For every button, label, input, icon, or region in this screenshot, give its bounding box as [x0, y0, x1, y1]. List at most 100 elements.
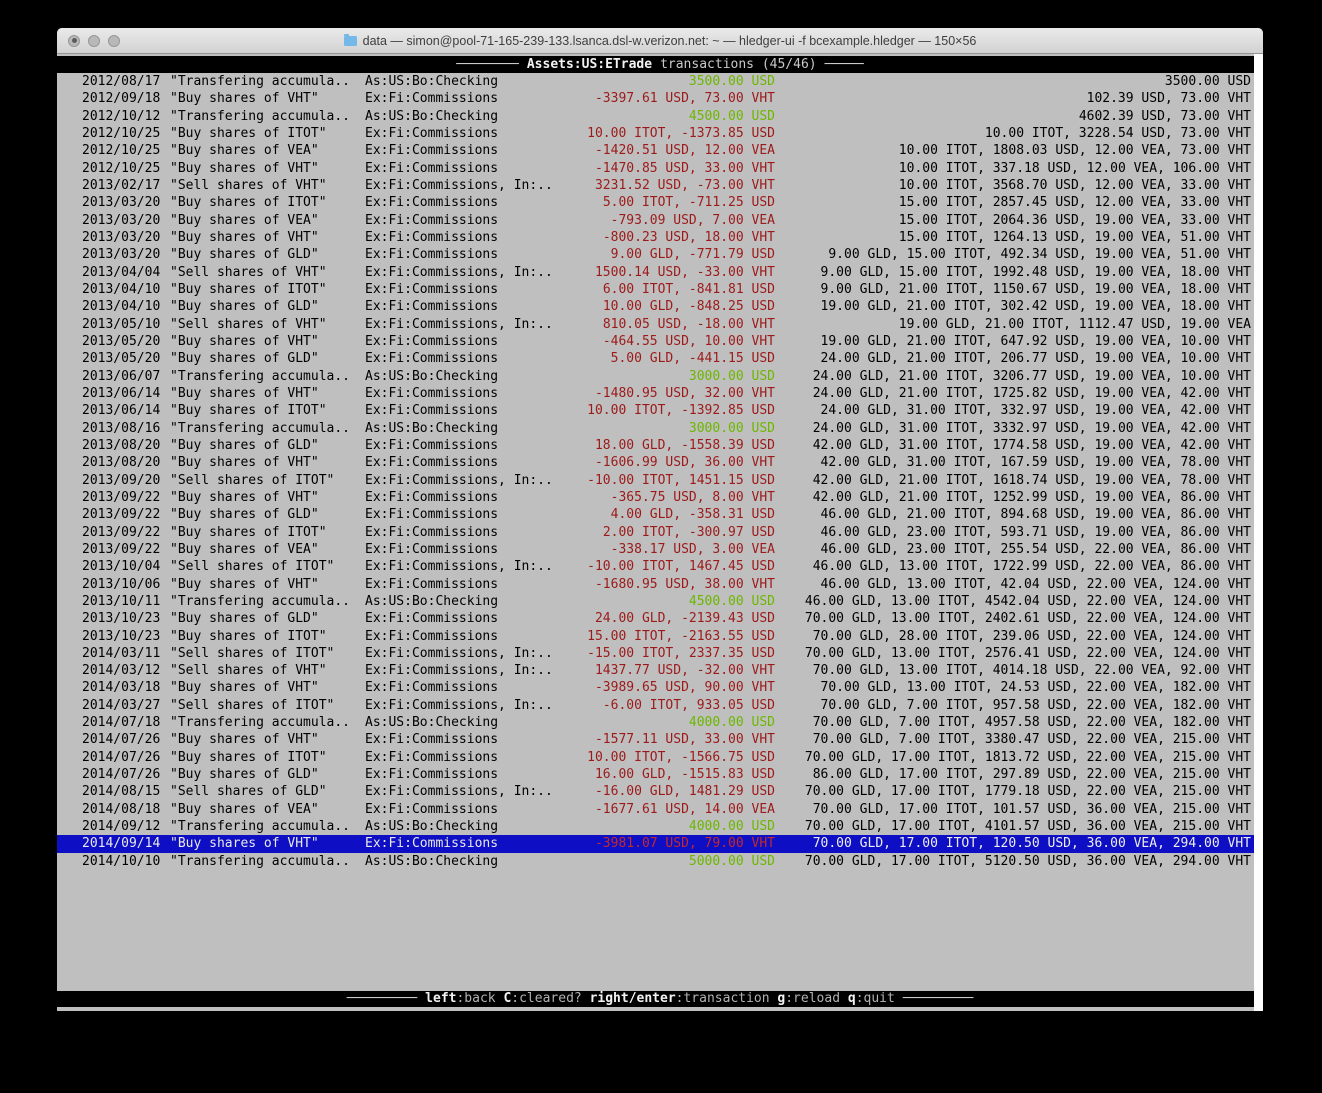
transaction-row[interactable]: 2014/07/26"Buy shares of ITOT"Ex:Fi:Comm…	[57, 749, 1263, 766]
cell-acct: Ex:Fi:Commissions, In:..	[365, 697, 561, 714]
cell-desc: "Buy shares of GLD"	[170, 437, 365, 454]
transaction-row[interactable]: 2013/09/22"Buy shares of VHT"Ex:Fi:Commi…	[57, 489, 1263, 506]
transaction-row[interactable]: 2013/03/20"Buy shares of VHT"Ex:Fi:Commi…	[57, 229, 1263, 246]
transaction-row[interactable]: 2014/03/11"Sell shares of ITOT"Ex:Fi:Com…	[57, 645, 1263, 662]
cell-bal: 19.00 GLD, 21.00 ITOT, 647.92 USD, 19.00…	[775, 333, 1251, 350]
transaction-row[interactable]: 2013/09/22"Buy shares of VEA"Ex:Fi:Commi…	[57, 541, 1263, 558]
zoom-button[interactable]	[108, 35, 120, 47]
keybinding-action: :reload	[785, 991, 840, 1006]
transaction-row[interactable]: 2013/03/20"Buy shares of ITOT"Ex:Fi:Comm…	[57, 194, 1263, 211]
keybinding-action: :cleared?	[511, 991, 581, 1006]
cell-acct: Ex:Fi:Commissions	[365, 437, 561, 454]
transaction-row[interactable]: 2012/10/25"Buy shares of VHT"Ex:Fi:Commi…	[57, 160, 1263, 177]
minimize-button[interactable]	[88, 35, 100, 47]
cell-bal: 24.00 GLD, 21.00 ITOT, 206.77 USD, 19.00…	[775, 350, 1251, 367]
cell-date: 2014/09/12	[82, 818, 170, 835]
transaction-row[interactable]: 2013/05/20"Buy shares of VHT"Ex:Fi:Commi…	[57, 333, 1263, 350]
transaction-row[interactable]: 2013/06/07"Transfering accumula..As:US:B…	[57, 368, 1263, 385]
transaction-row[interactable]: 2013/08/20"Buy shares of GLD"Ex:Fi:Commi…	[57, 437, 1263, 454]
transaction-row[interactable]: 2013/02/17"Sell shares of VHT"Ex:Fi:Comm…	[57, 177, 1263, 194]
transaction-row[interactable]: 2014/03/27"Sell shares of ITOT"Ex:Fi:Com…	[57, 697, 1263, 714]
desktop-background: data — simon@pool-71-165-239-133.lsanca.…	[0, 0, 1322, 1093]
transaction-row[interactable]: 2014/07/18"Transfering accumula..As:US:B…	[57, 714, 1263, 731]
cell-desc: "Buy shares of VHT"	[170, 489, 365, 506]
transaction-row[interactable]: 2013/09/22"Buy shares of ITOT"Ex:Fi:Comm…	[57, 524, 1263, 541]
transaction-row[interactable]: 2014/10/10"Transfering accumula..As:US:B…	[57, 853, 1263, 870]
transaction-row[interactable]: 2012/10/25"Buy shares of VEA"Ex:Fi:Commi…	[57, 142, 1263, 159]
transaction-row[interactable]: 2013/10/04"Sell shares of ITOT"Ex:Fi:Com…	[57, 558, 1263, 575]
transaction-row[interactable]: 2013/10/23"Buy shares of ITOT"Ex:Fi:Comm…	[57, 628, 1263, 645]
transaction-row[interactable]: 2013/05/20"Buy shares of GLD"Ex:Fi:Commi…	[57, 350, 1263, 367]
cell-date: 2014/07/26	[82, 766, 170, 783]
cell-bal: 9.00 GLD, 15.00 ITOT, 492.34 USD, 19.00 …	[775, 246, 1251, 263]
cell-date: 2013/09/22	[82, 506, 170, 523]
cell-chg: -10.00 ITOT, 1451.15 USD	[561, 472, 775, 489]
cell-chg: 3500.00 USD	[561, 73, 775, 90]
transaction-row[interactable]: 2014/07/26"Buy shares of VHT"Ex:Fi:Commi…	[57, 731, 1263, 748]
cell-desc: "Transfering accumula..	[170, 420, 365, 437]
cell-date: 2013/05/20	[82, 333, 170, 350]
cell-bal: 24.00 GLD, 21.00 ITOT, 3206.77 USD, 19.0…	[775, 368, 1251, 385]
transaction-row[interactable]: 2014/09/12"Transfering accumula..As:US:B…	[57, 818, 1263, 835]
transaction-row[interactable]: 2013/09/20"Sell shares of ITOT"Ex:Fi:Com…	[57, 472, 1263, 489]
cell-date: 2014/03/11	[82, 645, 170, 662]
cell-chg: 1500.14 USD, -33.00 VHT	[561, 264, 775, 281]
cell-chg: 4000.00 USD	[561, 818, 775, 835]
transaction-row[interactable]: 2013/10/23"Buy shares of GLD"Ex:Fi:Commi…	[57, 610, 1263, 627]
cell-bal: 24.00 GLD, 31.00 ITOT, 332.97 USD, 19.00…	[775, 402, 1251, 419]
transaction-row[interactable]: 2014/08/15"Sell shares of GLD"Ex:Fi:Comm…	[57, 783, 1263, 800]
transaction-row[interactable]: 2012/10/12"Transfering accumula..As:US:B…	[57, 108, 1263, 125]
cell-chg: 10.00 ITOT, -1392.85 USD	[561, 402, 775, 419]
transaction-row[interactable]: 2013/03/20"Buy shares of VEA"Ex:Fi:Commi…	[57, 212, 1263, 229]
transaction-row[interactable]: 2013/08/16"Transfering accumula..As:US:B…	[57, 420, 1263, 437]
transaction-row[interactable]: 2013/10/06"Buy shares of VHT"Ex:Fi:Commi…	[57, 576, 1263, 593]
close-button[interactable]	[68, 35, 80, 47]
transaction-row[interactable]: 2012/10/25"Buy shares of ITOT"Ex:Fi:Comm…	[57, 125, 1263, 142]
transaction-row[interactable]: 2014/07/26"Buy shares of GLD"Ex:Fi:Commi…	[57, 766, 1263, 783]
cell-chg: -1420.51 USD, 12.00 VEA	[561, 142, 775, 159]
transaction-row[interactable]: 2013/05/10"Sell shares of VHT"Ex:Fi:Comm…	[57, 316, 1263, 333]
cell-acct: Ex:Fi:Commissions	[365, 524, 561, 541]
cell-acct: Ex:Fi:Commissions, In:..	[365, 645, 561, 662]
transaction-row[interactable]: 2013/04/10"Buy shares of GLD"Ex:Fi:Commi…	[57, 298, 1263, 315]
cell-bal: 46.00 GLD, 13.00 ITOT, 1722.99 USD, 22.0…	[775, 558, 1251, 575]
scrollbar[interactable]	[1254, 54, 1263, 1011]
cell-chg: 5.00 GLD, -441.15 USD	[561, 350, 775, 367]
cell-date: 2013/02/17	[82, 177, 170, 194]
cell-date: 2012/09/18	[82, 90, 170, 107]
transaction-row[interactable]: 2013/06/14"Buy shares of ITOT"Ex:Fi:Comm…	[57, 402, 1263, 419]
cell-chg: 15.00 ITOT, -2163.55 USD	[561, 628, 775, 645]
cell-acct: Ex:Fi:Commissions	[365, 489, 561, 506]
transaction-row[interactable]: 2013/04/10"Buy shares of ITOT"Ex:Fi:Comm…	[57, 281, 1263, 298]
cell-date: 2012/10/25	[82, 160, 170, 177]
transaction-row[interactable]: 2013/09/22"Buy shares of GLD"Ex:Fi:Commi…	[57, 506, 1263, 523]
header-account-name: Assets:US:ETrade	[527, 57, 652, 72]
transaction-row[interactable]: 2014/08/18"Buy shares of VEA"Ex:Fi:Commi…	[57, 801, 1263, 818]
cell-chg: 5000.00 USD	[561, 853, 775, 870]
titlebar[interactable]: data — simon@pool-71-165-239-133.lsanca.…	[57, 28, 1263, 54]
cell-bal: 10.00 ITOT, 3228.54 USD, 73.00 VHT	[775, 125, 1251, 142]
cell-chg: 18.00 GLD, -1558.39 USD	[561, 437, 775, 454]
cell-bal: 70.00 GLD, 17.00 ITOT, 1813.72 USD, 22.0…	[775, 749, 1251, 766]
cell-chg: 9.00 GLD, -771.79 USD	[561, 246, 775, 263]
cell-date: 2013/04/10	[82, 298, 170, 315]
transaction-row[interactable]: 2012/08/17"Transfering accumula..As:US:B…	[57, 73, 1263, 90]
transaction-row[interactable]: 2013/04/04"Sell shares of VHT"Ex:Fi:Comm…	[57, 264, 1263, 281]
transaction-row[interactable]: 2013/03/20"Buy shares of GLD"Ex:Fi:Commi…	[57, 246, 1263, 263]
cell-chg: 24.00 GLD, -2139.43 USD	[561, 610, 775, 627]
cell-bal: 70.00 GLD, 7.00 ITOT, 4957.58 USD, 22.00…	[775, 714, 1251, 731]
transaction-row[interactable]: 2014/09/14"Buy shares of VHT"Ex:Fi:Commi…	[57, 835, 1263, 852]
transaction-row[interactable]: 2013/08/20"Buy shares of VHT"Ex:Fi:Commi…	[57, 454, 1263, 471]
cell-bal: 3500.00 USD	[775, 73, 1251, 90]
transaction-row[interactable]: 2013/10/11"Transfering accumula..As:US:B…	[57, 593, 1263, 610]
cell-date: 2013/04/10	[82, 281, 170, 298]
transaction-row[interactable]: 2012/09/18"Buy shares of VHT"Ex:Fi:Commi…	[57, 90, 1263, 107]
cell-date: 2013/10/11	[82, 593, 170, 610]
cell-chg: -16.00 GLD, 1481.29 USD	[561, 783, 775, 800]
cell-acct: Ex:Fi:Commissions	[365, 90, 561, 107]
cell-bal: 46.00 GLD, 21.00 ITOT, 894.68 USD, 19.00…	[775, 506, 1251, 523]
cell-acct: Ex:Fi:Commissions	[365, 281, 561, 298]
transaction-row[interactable]: 2013/06/14"Buy shares of VHT"Ex:Fi:Commi…	[57, 385, 1263, 402]
transaction-row[interactable]: 2014/03/18"Buy shares of VHT"Ex:Fi:Commi…	[57, 679, 1263, 696]
transaction-row[interactable]: 2014/03/12"Sell shares of VHT"Ex:Fi:Comm…	[57, 662, 1263, 679]
